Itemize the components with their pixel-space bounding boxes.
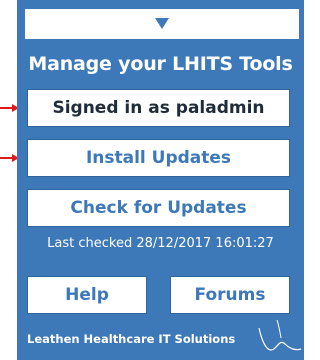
last-checked-status: Last checked 28/12/2017 16:01:27 bbox=[47, 236, 274, 251]
signed-in-button[interactable]: Signed in as paladmin bbox=[27, 89, 290, 127]
panel-title: Manage your LHITS Tools bbox=[28, 53, 293, 75]
signature-wave-logo bbox=[258, 319, 302, 351]
install-updates-button[interactable]: Install Updates bbox=[27, 139, 290, 177]
chevron-down-icon bbox=[155, 18, 169, 29]
check-for-updates-button[interactable]: Check for Updates bbox=[27, 189, 290, 227]
collapse-toggle[interactable] bbox=[25, 9, 299, 39]
company-footer: Leathen Healthcare IT Solutions bbox=[27, 332, 236, 346]
forums-button[interactable]: Forums bbox=[170, 276, 290, 314]
help-button[interactable]: Help bbox=[27, 276, 147, 314]
lhits-tools-panel: Manage your LHITS Tools Signed in as pal… bbox=[17, 0, 304, 360]
